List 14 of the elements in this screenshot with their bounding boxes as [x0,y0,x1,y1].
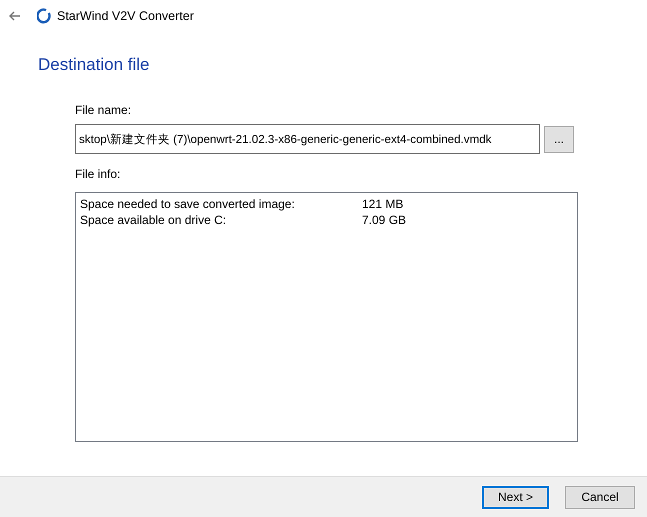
info-label: Space needed to save converted image: [80,196,296,212]
next-button[interactable]: Next > [482,486,549,508]
info-value: 7.09 GB [362,212,406,228]
info-label: Space available on drive C: [80,212,228,228]
page-heading: Destination file [38,55,151,75]
cancel-button[interactable]: Cancel [565,486,635,508]
field-label: File name: [75,103,132,117]
field-label: File info: [75,167,120,181]
back-arrow-icon[interactable] [9,11,21,21]
file-name-field[interactable]: sktop\新建文件夹 (7)\openwrt-21.02.3-x86-generic-generic-ext4-combined.vmdk [75,124,540,154]
browse-button[interactable]: ... [544,126,574,152]
info-value: 121 MB [362,196,404,212]
ring-logo-icon [37,8,51,24]
window-title: StarWind V2V Converter [57,9,194,23]
